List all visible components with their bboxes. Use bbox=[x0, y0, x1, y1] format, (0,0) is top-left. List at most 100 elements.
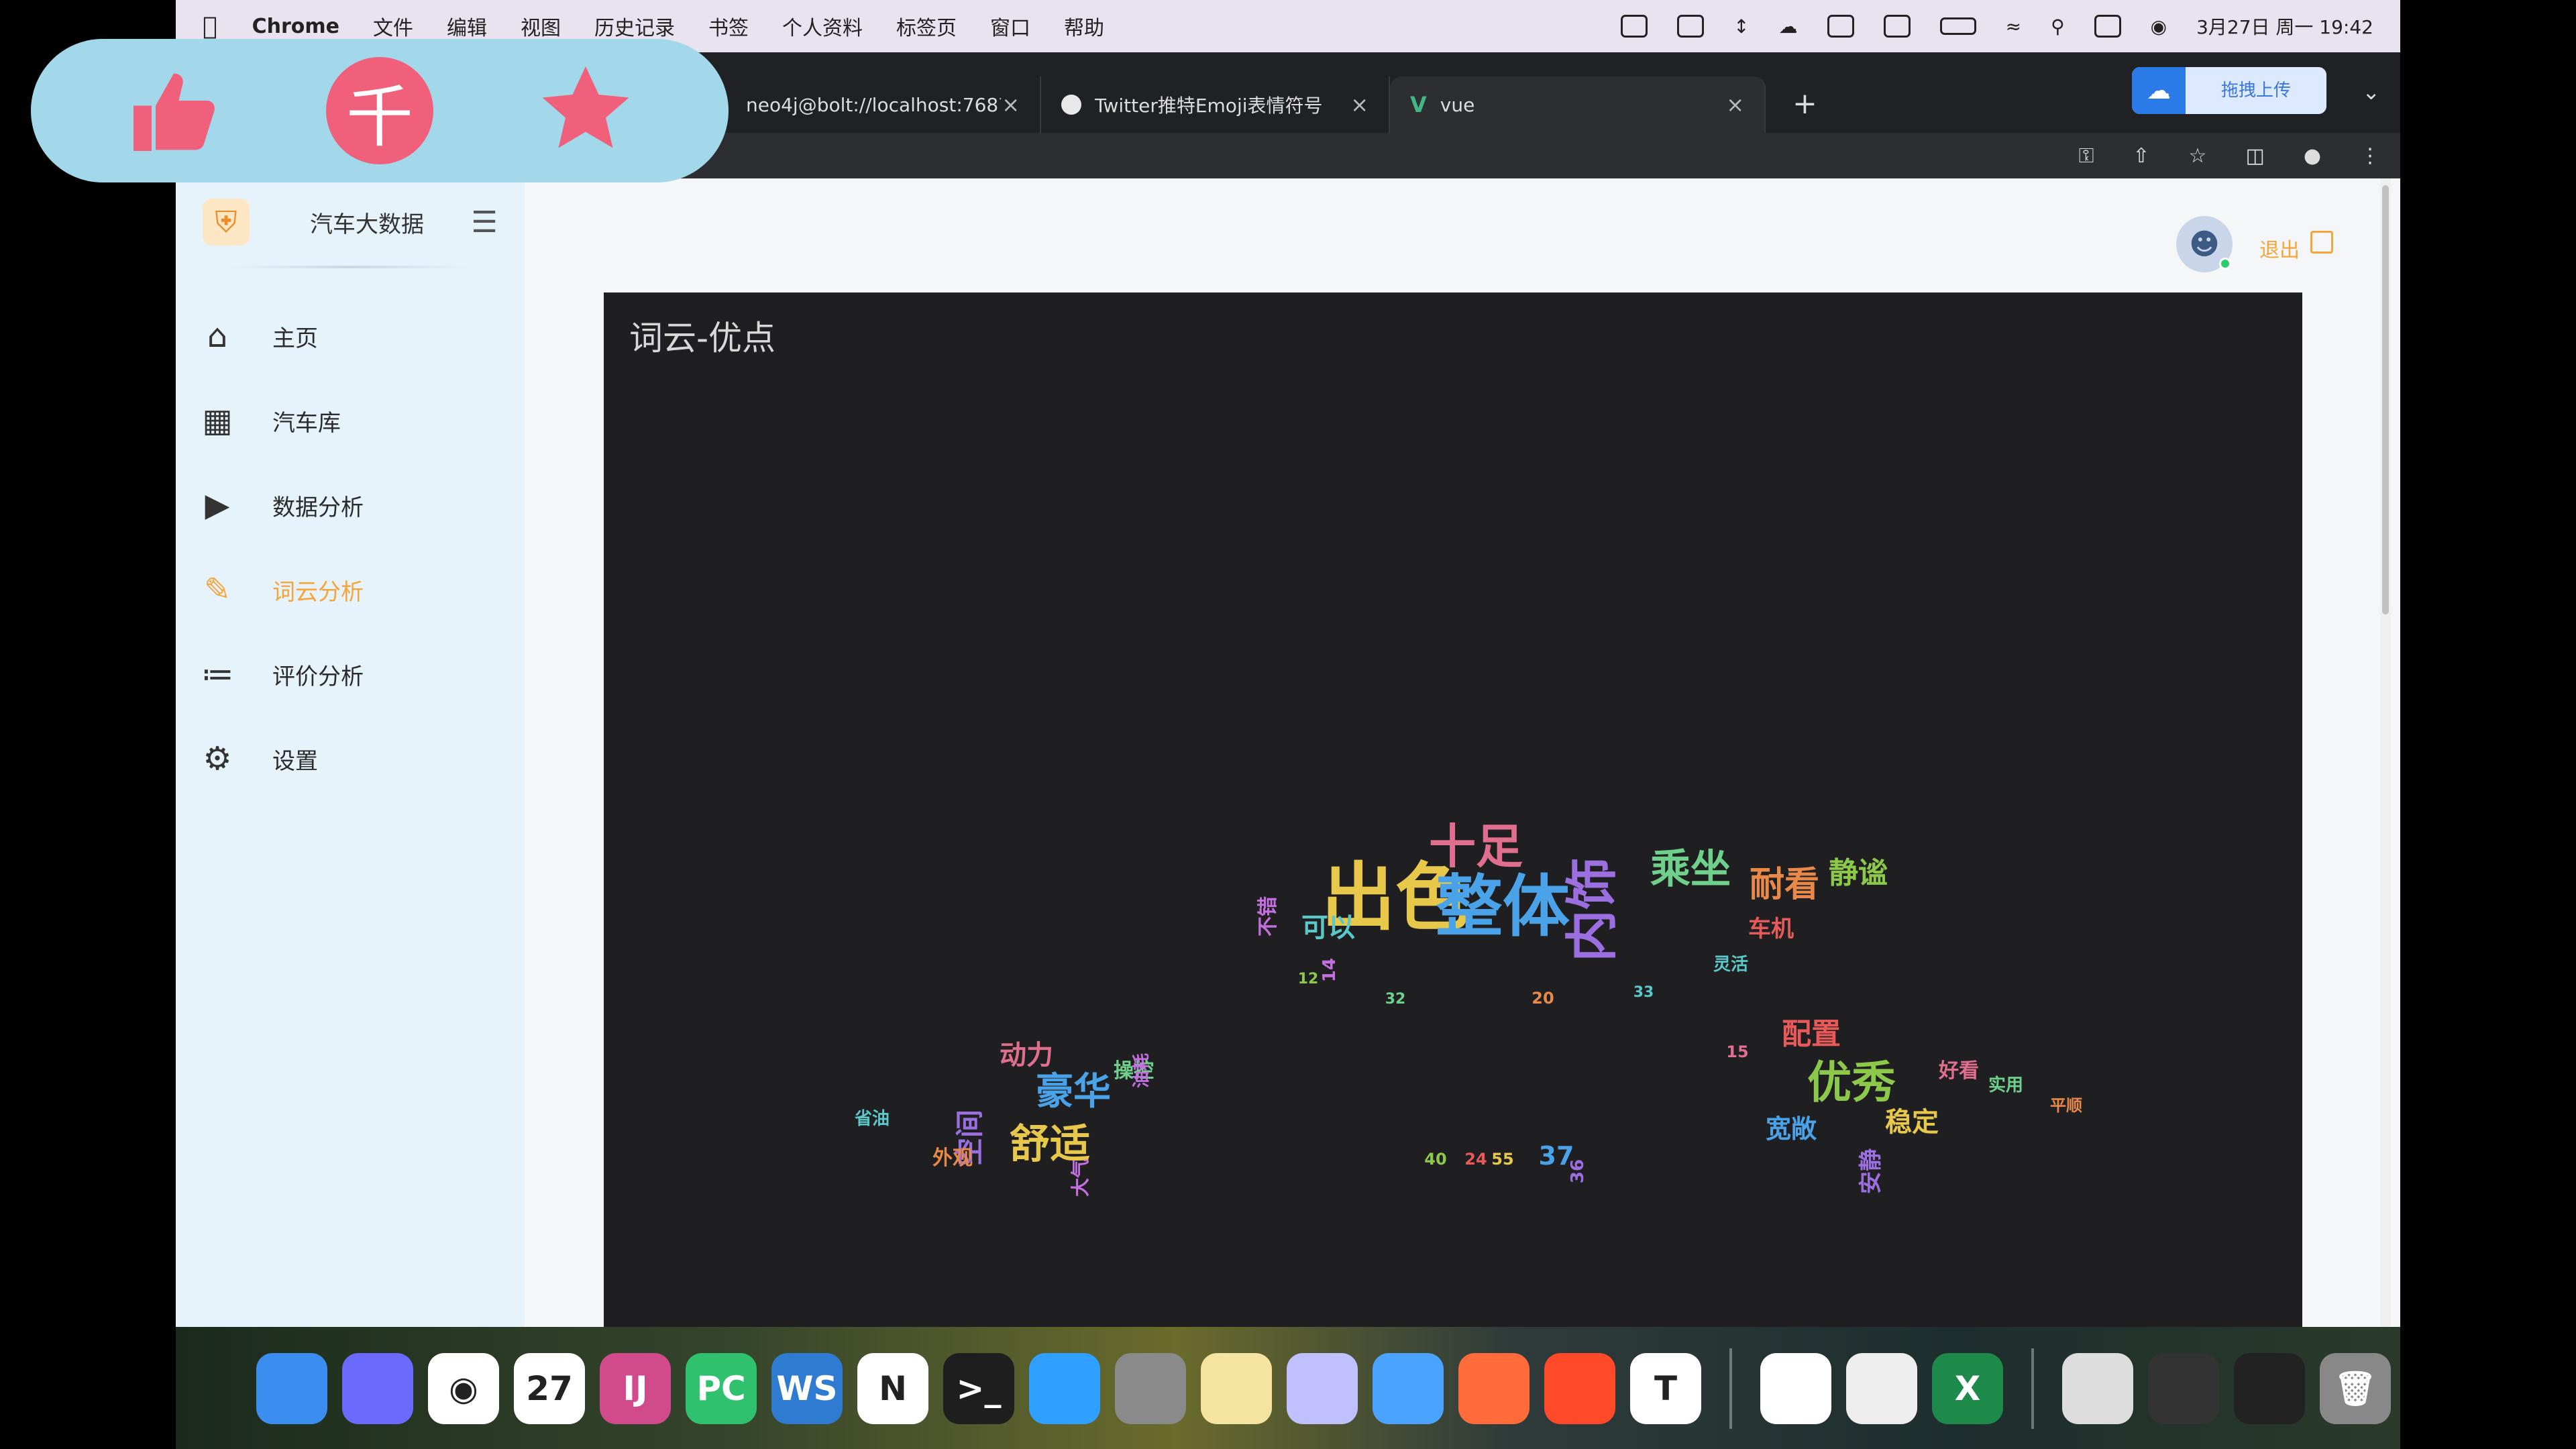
page-scrollbar[interactable] bbox=[2380, 178, 2391, 1327]
top-bar: ☻ 退出 bbox=[525, 178, 2380, 272]
hamburger-menu-icon[interactable]: ☰ bbox=[472, 205, 498, 239]
utility-icon[interactable] bbox=[1287, 1353, 1358, 1424]
menubar-clock[interactable]: 3月27日 周一 19:42 bbox=[2196, 13, 2373, 40]
notes-icon[interactable] bbox=[1201, 1353, 1272, 1424]
siri-icon[interactable]: ◉ bbox=[2151, 15, 2167, 38]
apple-menu-icon[interactable]:  bbox=[203, 13, 217, 40]
sidebar-item-settings[interactable]: ⚙ 设置 bbox=[176, 716, 525, 801]
intellij-icon[interactable]: IJ bbox=[600, 1353, 671, 1424]
baidu-netdisk-icon[interactable] bbox=[1760, 1353, 1831, 1424]
menu-edit[interactable]: 编辑 bbox=[447, 11, 487, 41]
sync-status-icon[interactable] bbox=[1883, 15, 1911, 38]
sidebar-item-home[interactable]: ⌂ 主页 bbox=[176, 294, 525, 378]
tab-title: Twitter推特Emoji表情符号 bbox=[1095, 95, 1323, 117]
tab-title: vue bbox=[1440, 93, 1475, 116]
sidebar-item-wordcloud-analysis[interactable]: ✎ 词云分析 bbox=[176, 547, 525, 632]
tab-neo4j[interactable]: neo4j@bolt://localhost:7687 - × bbox=[726, 76, 1041, 133]
wordcloud-word: 15 bbox=[1726, 1042, 1748, 1061]
notion-icon[interactable]: N bbox=[857, 1353, 928, 1424]
wordcloud-word: 乘坐 bbox=[1650, 846, 1731, 893]
menu-history[interactable]: 历史记录 bbox=[594, 11, 675, 41]
wordcloud-card: 词云-优点 出色 整体 内饰 十足 乘坐 耐看 可以 不错 静谧 车机 舒适 豪华 空间 动力 操控 外观 省油… bbox=[604, 292, 2302, 1327]
drag-upload-label: 拖拽上传 bbox=[2186, 67, 2326, 114]
more-menu-icon[interactable]: ⋮ bbox=[2360, 144, 2380, 168]
thumbs-up-icon[interactable] bbox=[120, 57, 227, 164]
tab-search-chevron-icon[interactable]: ⌄ bbox=[2362, 79, 2380, 105]
wordcloud-word: 内饰 bbox=[1562, 857, 1623, 962]
sidebar-item-label: 汽车库 bbox=[272, 409, 341, 437]
key-icon[interactable]: ⚿ bbox=[2079, 144, 2094, 168]
document-icon[interactable] bbox=[2062, 1353, 2133, 1424]
battery-icon[interactable] bbox=[1939, 17, 1976, 35]
calendar-icon[interactable]: 27 bbox=[514, 1353, 585, 1424]
close-icon[interactable]: × bbox=[1002, 92, 1020, 117]
close-icon[interactable]: × bbox=[1350, 92, 1368, 117]
page-viewport: ⛨ 汽车大数据 ☰ ⌂ 主页 ▦ 汽车库 ▶ 数据分析 ✎ 词云分析 ≔ 评价分… bbox=[176, 178, 2400, 1327]
fullscreen-icon[interactable] bbox=[2310, 231, 2333, 254]
side-panel-icon[interactable]: ◫ bbox=[2245, 144, 2264, 168]
menu-view[interactable]: 视图 bbox=[521, 11, 561, 41]
spotlight-search-icon[interactable]: ⚲ bbox=[2051, 15, 2065, 38]
play-circle-icon: ▶ bbox=[205, 486, 230, 524]
share-icon[interactable]: ⇧ bbox=[2133, 144, 2149, 168]
sidebar-item-label: 设置 bbox=[272, 747, 318, 775]
drag-upload-button[interactable]: ☁ 拖拽上传 bbox=[2132, 67, 2326, 114]
menu-app-chrome[interactable]: Chrome bbox=[252, 15, 339, 38]
terminal-icon[interactable]: >_ bbox=[943, 1353, 1014, 1424]
arrow-app-icon[interactable] bbox=[1544, 1353, 1615, 1424]
excel-icon[interactable]: X bbox=[1932, 1353, 2003, 1424]
script-editor-icon[interactable] bbox=[1846, 1353, 1917, 1424]
video-status-icon[interactable] bbox=[1677, 15, 1705, 38]
menu-file[interactable]: 文件 bbox=[373, 11, 413, 41]
vue-logo-icon: V bbox=[1410, 92, 1427, 117]
profile-icon[interactable]: ● bbox=[2304, 144, 2321, 168]
webstorm-icon[interactable]: WS bbox=[771, 1353, 843, 1424]
sidebar-item-review-analysis[interactable]: ≔ 评价分析 bbox=[176, 632, 525, 716]
sidebar-item-car-library[interactable]: ▦ 汽车库 bbox=[176, 378, 525, 463]
menu-tabs[interactable]: 标签页 bbox=[896, 11, 957, 41]
transfer-icon[interactable] bbox=[1373, 1353, 1444, 1424]
avatar[interactable]: ☻ bbox=[2176, 216, 2233, 272]
tab-vue[interactable]: V vue × bbox=[1390, 76, 1766, 133]
teamviewer-icon[interactable] bbox=[1029, 1353, 1100, 1424]
sidebar-item-label: 数据分析 bbox=[272, 494, 364, 521]
sidebar-item-data-analysis[interactable]: ▶ 数据分析 bbox=[176, 463, 525, 547]
tab-twitter-emoji[interactable]: Twitter推特Emoji表情符号 × bbox=[1041, 76, 1390, 133]
brand-name: 汽车大数据 bbox=[310, 211, 424, 238]
wordcloud-word: 外观 bbox=[932, 1146, 973, 1170]
transfer-status-icon[interactable]: ↕ bbox=[1733, 15, 1749, 38]
menu-profiles[interactable]: 个人资料 bbox=[782, 11, 863, 41]
wechat-status-icon[interactable] bbox=[1621, 15, 1648, 38]
text-status-icon[interactable] bbox=[1827, 15, 1854, 38]
typora-icon[interactable]: T bbox=[1630, 1353, 1701, 1424]
finder-icon[interactable] bbox=[256, 1353, 327, 1424]
star-icon[interactable] bbox=[532, 57, 639, 164]
wordcloud-word: 40 bbox=[1424, 1150, 1446, 1169]
menu-help[interactable]: 帮助 bbox=[1064, 11, 1104, 41]
wordcloud-word: 车机 bbox=[1748, 916, 1794, 943]
menu-bookmarks[interactable]: 书签 bbox=[708, 11, 749, 41]
pycharm-icon[interactable]: PC bbox=[686, 1353, 757, 1424]
chrome-icon[interactable]: ◉ bbox=[428, 1353, 499, 1424]
bookmark-star-icon[interactable]: ☆ bbox=[2189, 144, 2207, 168]
launchpad-icon[interactable] bbox=[342, 1353, 413, 1424]
sidebar-nav: ⌂ 主页 ▦ 汽车库 ▶ 数据分析 ✎ 词云分析 ≔ 评价分析 ⚙ 设置 bbox=[176, 294, 525, 801]
wordcloud-word: 灵活 bbox=[1713, 955, 1748, 975]
rating-overlay: 千 bbox=[31, 39, 729, 182]
trash-icon[interactable]: 🗑 bbox=[2320, 1353, 2391, 1424]
wordcloud-word: 动力 bbox=[1000, 1040, 1053, 1071]
tab-title: neo4j@bolt://localhost:7687 - bbox=[746, 93, 1001, 116]
logout-link[interactable]: 退出 bbox=[2259, 233, 2300, 263]
pencil-icon[interactable] bbox=[1458, 1353, 1529, 1424]
new-tab-button[interactable]: + bbox=[1792, 87, 1817, 121]
scrollbar-thumb[interactable] bbox=[2382, 185, 2389, 614]
coin-icon[interactable]: 千 bbox=[325, 57, 433, 164]
screen-icon[interactable] bbox=[2234, 1353, 2305, 1424]
menu-window[interactable]: 窗口 bbox=[990, 11, 1030, 41]
close-icon[interactable]: × bbox=[1726, 92, 1744, 117]
cloud-status-icon[interactable]: ☁ bbox=[1779, 15, 1798, 38]
system-settings-icon[interactable] bbox=[1115, 1353, 1186, 1424]
window-icon[interactable] bbox=[2148, 1353, 2219, 1424]
control-center-icon[interactable] bbox=[2094, 15, 2121, 38]
wifi-icon[interactable]: ≈ bbox=[2006, 15, 2021, 38]
